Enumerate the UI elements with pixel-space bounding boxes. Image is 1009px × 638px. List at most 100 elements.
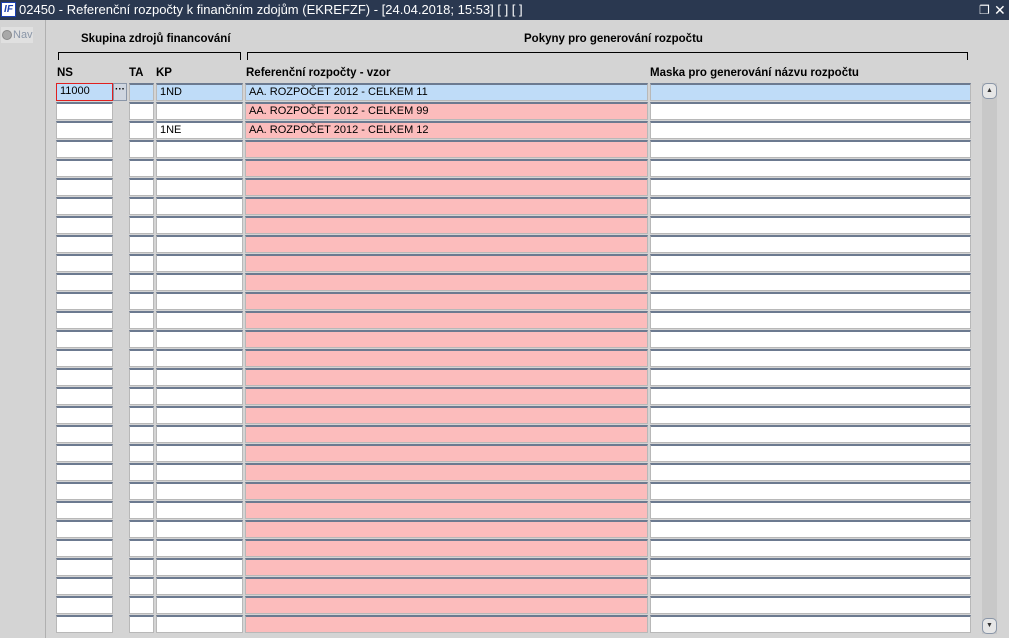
cell-kp[interactable] (156, 558, 243, 576)
close-icon[interactable]: ✕ (994, 0, 1006, 20)
cell-ref[interactable] (245, 216, 648, 234)
cell-ns[interactable] (56, 349, 113, 367)
cell-kp[interactable] (156, 577, 243, 595)
cell-ns[interactable] (56, 520, 113, 538)
cell-ref[interactable] (245, 577, 648, 595)
cell-ta[interactable] (129, 539, 154, 557)
cell-ns[interactable] (56, 406, 113, 424)
cell-ref[interactable] (245, 558, 648, 576)
cell-kp[interactable] (156, 444, 243, 462)
cell-ref[interactable] (245, 520, 648, 538)
cell-ta[interactable] (129, 558, 154, 576)
cell-ta[interactable] (129, 292, 154, 310)
cell-mask[interactable] (650, 596, 971, 614)
cell-kp[interactable] (156, 330, 243, 348)
cell-ta[interactable] (129, 444, 154, 462)
cell-ta[interactable] (129, 254, 154, 272)
cell-kp[interactable] (156, 615, 243, 633)
cell-ns[interactable] (56, 444, 113, 462)
cell-mask[interactable] (650, 501, 971, 519)
cell-ref[interactable] (245, 482, 648, 500)
cell-ns[interactable] (56, 140, 113, 158)
cell-mask[interactable] (650, 330, 971, 348)
cell-ref[interactable]: AA. ROZPOČET 2012 - CELKEM 12 (245, 121, 648, 139)
cell-ns[interactable] (56, 102, 113, 120)
cell-kp[interactable] (156, 197, 243, 215)
cell-mask[interactable] (650, 482, 971, 500)
cell-ns[interactable] (56, 159, 113, 177)
vertical-scrollbar[interactable]: ▲ ▼ (982, 83, 997, 634)
cell-mask[interactable] (650, 520, 971, 538)
cell-kp[interactable]: 1ND (156, 83, 243, 101)
cell-ref[interactable] (245, 596, 648, 614)
cell-ta[interactable] (129, 235, 154, 253)
cell-ref[interactable] (245, 330, 648, 348)
cell-ref[interactable] (245, 254, 648, 272)
cell-ns[interactable] (56, 577, 113, 595)
cell-ta[interactable] (129, 330, 154, 348)
cell-ns[interactable]: 11000 (56, 83, 113, 101)
cell-ref[interactable] (245, 235, 648, 253)
cell-kp[interactable] (156, 482, 243, 500)
cell-ns[interactable] (56, 558, 113, 576)
cell-mask[interactable] (650, 254, 971, 272)
scroll-up-icon[interactable]: ▲ (982, 83, 997, 99)
cell-ref[interactable] (245, 615, 648, 633)
cell-mask[interactable] (650, 387, 971, 405)
lov-button[interactable]: ··· (113, 83, 127, 101)
cell-ta[interactable] (129, 178, 154, 196)
cell-ns[interactable] (56, 501, 113, 519)
cell-mask[interactable] (650, 311, 971, 329)
cell-ta[interactable] (129, 577, 154, 595)
cell-kp[interactable] (156, 292, 243, 310)
cell-ns[interactable] (56, 368, 113, 386)
cell-kp[interactable] (156, 178, 243, 196)
restore-icon[interactable]: ❐ (979, 0, 990, 20)
cell-kp[interactable] (156, 273, 243, 291)
cell-ta[interactable] (129, 368, 154, 386)
cell-mask[interactable] (650, 273, 971, 291)
cell-mask[interactable] (650, 178, 971, 196)
cell-mask[interactable] (650, 558, 971, 576)
cell-mask[interactable] (650, 577, 971, 595)
cell-ref[interactable] (245, 406, 648, 424)
cell-mask[interactable] (650, 83, 971, 101)
cell-ta[interactable] (129, 501, 154, 519)
cell-mask[interactable] (650, 197, 971, 215)
cell-mask[interactable] (650, 349, 971, 367)
cell-ref[interactable] (245, 292, 648, 310)
cell-ta[interactable] (129, 463, 154, 481)
cell-ref[interactable] (245, 539, 648, 557)
cell-ref[interactable] (245, 387, 648, 405)
cell-mask[interactable] (650, 159, 971, 177)
cell-kp[interactable] (156, 520, 243, 538)
cell-kp[interactable] (156, 368, 243, 386)
cell-ta[interactable] (129, 596, 154, 614)
cell-ta[interactable] (129, 273, 154, 291)
nav-radio[interactable]: Nav (1, 27, 33, 43)
cell-ns[interactable] (56, 596, 113, 614)
cell-kp[interactable] (156, 311, 243, 329)
cell-ref[interactable] (245, 197, 648, 215)
cell-ns[interactable] (56, 121, 113, 139)
scroll-down-icon[interactable]: ▼ (982, 618, 997, 634)
cell-ref[interactable] (245, 140, 648, 158)
cell-ta[interactable] (129, 349, 154, 367)
cell-kp[interactable] (156, 387, 243, 405)
cell-kp[interactable] (156, 539, 243, 557)
cell-ta[interactable] (129, 482, 154, 500)
cell-mask[interactable] (650, 235, 971, 253)
cell-ta[interactable] (129, 159, 154, 177)
cell-ns[interactable] (56, 463, 113, 481)
cell-mask[interactable] (650, 539, 971, 557)
cell-ta[interactable] (129, 387, 154, 405)
cell-ta[interactable] (129, 425, 154, 443)
cell-kp[interactable] (156, 425, 243, 443)
cell-ref[interactable]: AA. ROZPOČET 2012 - CELKEM 99 (245, 102, 648, 120)
cell-mask[interactable] (650, 102, 971, 120)
cell-ns[interactable] (56, 387, 113, 405)
cell-ta[interactable] (129, 121, 154, 139)
cell-ref[interactable]: AA. ROZPOČET 2012 - CELKEM 11 (245, 83, 648, 101)
cell-ta[interactable] (129, 83, 154, 101)
cell-kp[interactable] (156, 216, 243, 234)
